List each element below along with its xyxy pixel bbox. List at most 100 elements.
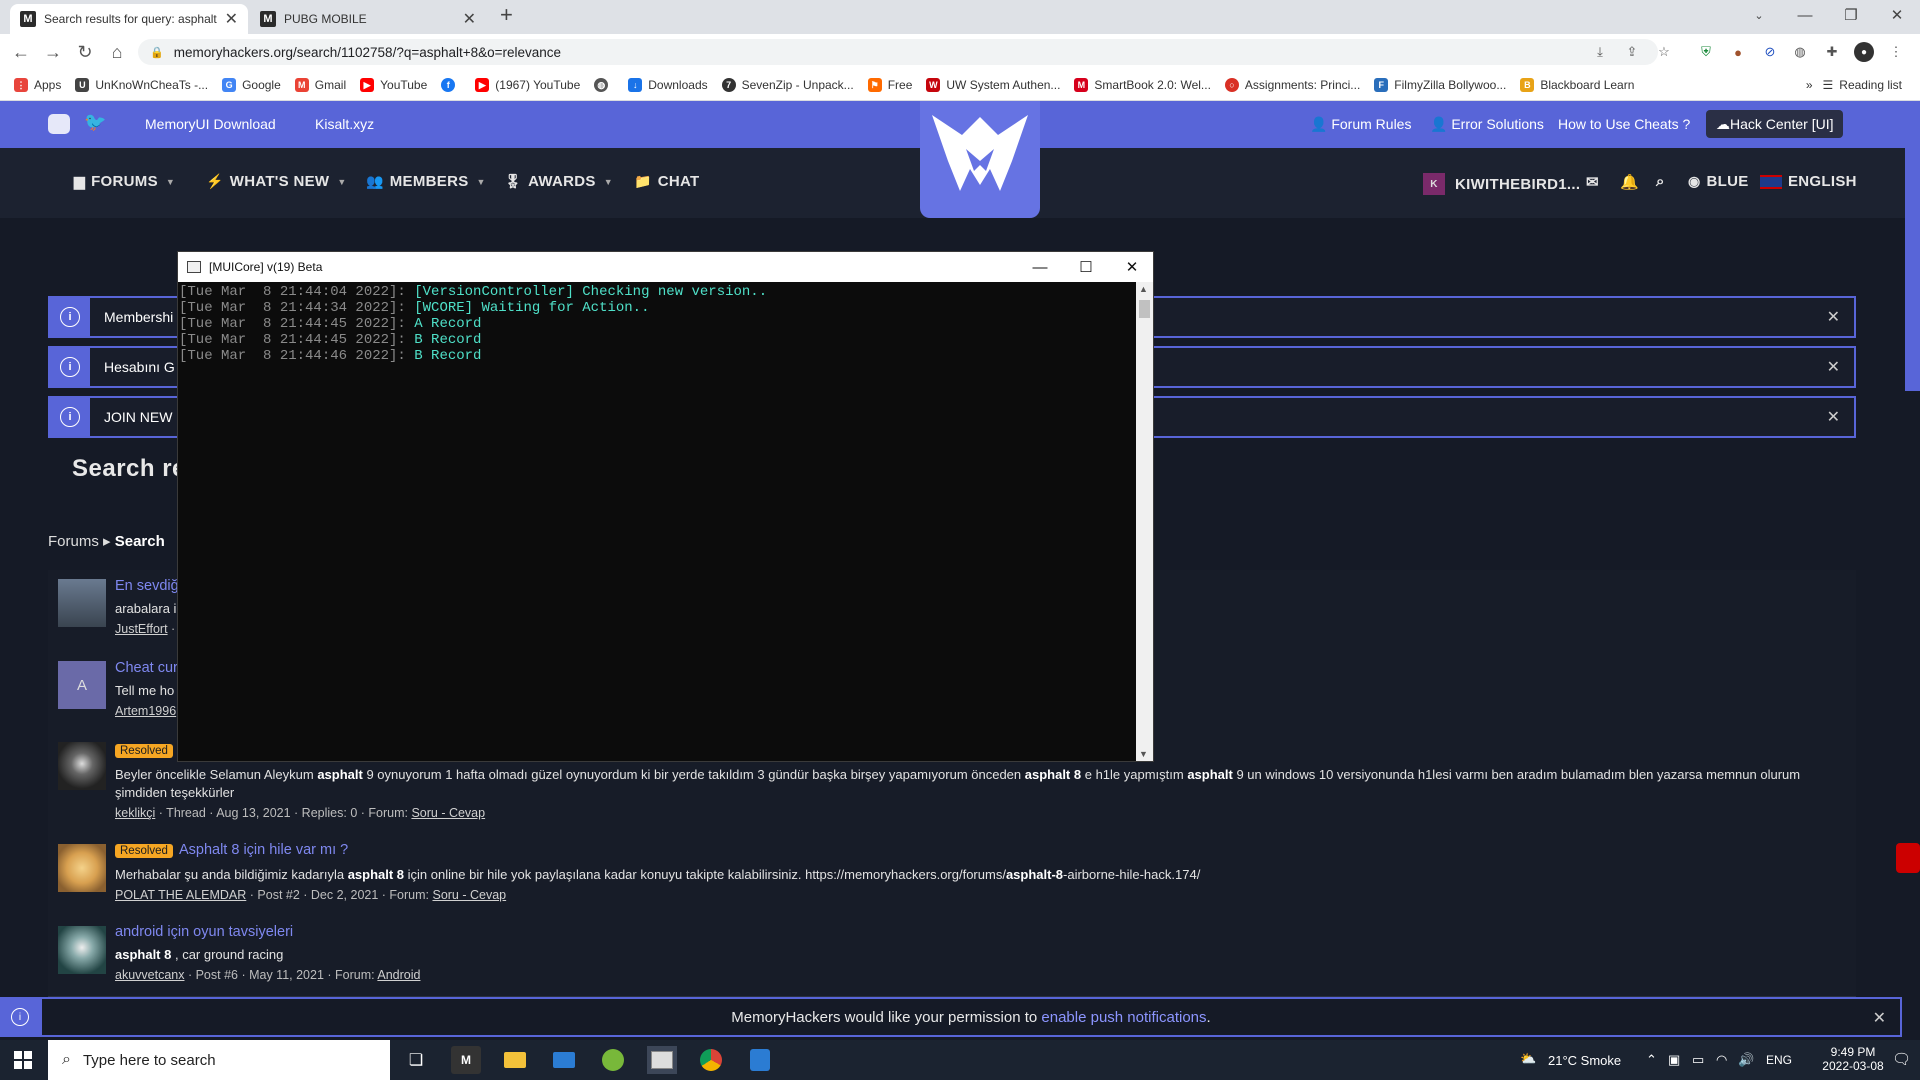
task-view-icon[interactable]: ❏ (401, 1046, 431, 1074)
scroll-up-icon[interactable]: ▲ (1139, 284, 1148, 294)
address-bar[interactable]: 🔒 memoryhackers.org/search/1102758/?q=as… (138, 39, 1658, 65)
twitter-icon[interactable]: 🐦 (84, 112, 106, 133)
weather-icon[interactable]: ⛅ (1520, 1051, 1536, 1067)
avatar[interactable] (58, 844, 106, 892)
side-widget-icon[interactable] (1896, 843, 1920, 873)
breadcrumb-forums[interactable]: Forums (48, 533, 99, 550)
console-taskbar-icon[interactable] (647, 1046, 677, 1074)
bookmark-blackboard[interactable]: B Blackboard Learn (1520, 78, 1634, 92)
result-author[interactable]: Artem1996 (115, 704, 176, 718)
breadcrumb-search[interactable]: Search (115, 533, 165, 550)
taskbar-search-input[interactable]: ⌕ Type here to search (48, 1040, 390, 1080)
scroll-down-icon[interactable]: ▼ (1139, 749, 1148, 759)
bookmark-filmyzilla[interactable]: F FilmyZilla Bollywoo... (1374, 78, 1506, 92)
close-tab-icon[interactable]: ✕ (463, 9, 476, 29)
globe-extension-icon[interactable]: ◍ (1790, 42, 1810, 62)
forum-rules-link[interactable]: 👤 Forum Rules (1310, 116, 1411, 133)
memoryui-download-link[interactable]: MemoryUI Download (145, 116, 276, 132)
new-tab-button[interactable]: + (500, 2, 513, 28)
reading-list-button[interactable]: ☰ Reading list (1823, 78, 1902, 92)
bookmark-uw[interactable]: W UW System Authen... (926, 78, 1060, 92)
battery-icon[interactable]: ▭ (1692, 1052, 1704, 1068)
bell-icon[interactable]: 🔔 (1620, 173, 1639, 191)
bookmark-apps[interactable]: ⋮ Apps (14, 78, 61, 92)
error-solutions-link[interactable]: 👤 Error Solutions (1430, 116, 1544, 133)
forward-arrow-icon[interactable]: → (42, 42, 64, 63)
discord-icon[interactable] (48, 114, 70, 134)
result-author[interactable]: JustEffort (115, 622, 168, 636)
avatar[interactable]: A (58, 661, 106, 709)
result-title[interactable]: En sevdiğ (115, 578, 179, 594)
tab-search-results[interactable]: M Search results for query: asphalt ✕ (10, 4, 248, 34)
hack-center-button[interactable]: ☁ Hack Center [UI] (1706, 110, 1844, 138)
result-author[interactable]: akuvvetcanx (115, 968, 184, 982)
cookie-extension-icon[interactable]: ● (1728, 42, 1748, 62)
nav-awards[interactable]: 🎖 AWARDS ▼ (504, 173, 613, 190)
enable-push-link[interactable]: enable push notifications (1041, 1009, 1206, 1026)
utorrent-icon[interactable] (598, 1046, 628, 1074)
tab-pubg-mobile[interactable]: M PUBG MOBILE ✕ (250, 4, 486, 34)
bookmark-sevenzip[interactable]: 7 SevenZip - Unpack... (721, 78, 854, 92)
user-menu[interactable]: K KIWITHEBIRD1... (1423, 173, 1580, 195)
bookmark-assignments[interactable]: ○ Assignments: Princi... (1224, 78, 1360, 92)
result-author[interactable]: POLAT THE ALEMDAR (115, 888, 246, 902)
bookmark-google[interactable]: G Google (222, 78, 281, 92)
notification-center-icon[interactable]: 🗨 (1892, 1050, 1911, 1068)
tray-app-icon[interactable]: ▣ (1668, 1052, 1680, 1068)
bookmark-facebook[interactable]: f (441, 78, 461, 92)
tab-search-chevron-icon[interactable]: ⌄ (1736, 0, 1782, 30)
result-title[interactable]: android için oyun tavsiyeleri (115, 924, 293, 940)
clock[interactable]: 9:49 PM 2022-03-08 (1820, 1045, 1886, 1073)
bookmark-youtube[interactable]: ▶ YouTube (360, 78, 427, 92)
more-bookmarks-button[interactable]: » (1806, 78, 1813, 92)
input-language[interactable]: ENG (1766, 1053, 1792, 1067)
close-icon[interactable]: ✕ (1827, 357, 1840, 377)
nav-chat[interactable]: 📁 CHAT (634, 173, 699, 190)
bookmark-free[interactable]: ⚑ Free (867, 78, 912, 92)
console-minimize-button[interactable]: — (1017, 252, 1063, 282)
avatar[interactable] (58, 579, 106, 627)
windows-start-icon[interactable] (8, 1046, 38, 1074)
restore-button[interactable]: ❐ (1828, 0, 1874, 30)
share-icon[interactable]: ⇪ (1622, 42, 1642, 62)
close-icon[interactable]: ✕ (1827, 407, 1840, 427)
style-chooser[interactable]: ◉ BLUE (1688, 173, 1749, 190)
console-close-button[interactable]: ✕ (1109, 252, 1155, 282)
bookmark-gmail[interactable]: M Gmail (294, 78, 346, 92)
bookmark-downloads[interactable]: ↓ Downloads (628, 78, 708, 92)
console-scrollbar[interactable]: ▲ ▼ (1136, 282, 1153, 761)
inbox-icon[interactable]: ✉ (1586, 173, 1599, 191)
result-author[interactable]: keklikçi (115, 806, 155, 820)
home-icon[interactable]: ⌂ (106, 42, 128, 63)
bookmark-globe[interactable]: ◍ (594, 78, 614, 92)
console-maximize-button[interactable]: ☐ (1063, 252, 1109, 282)
language-chooser[interactable]: ENGLISH (1760, 173, 1857, 190)
reload-icon[interactable]: ↻ (74, 42, 96, 63)
close-window-button[interactable]: ✕ (1874, 0, 1920, 30)
mail-icon[interactable] (549, 1046, 579, 1074)
chrome-icon[interactable] (696, 1046, 726, 1074)
block-extension-icon[interactable]: ⊘ (1760, 42, 1780, 62)
result-title[interactable]: Asphalt 8 için hile var mı ? (179, 842, 348, 858)
close-icon[interactable]: ✕ (1827, 307, 1840, 327)
memoryui-app-icon[interactable]: M (451, 1046, 481, 1074)
result-forum-link[interactable]: Soru - Cevap (411, 806, 485, 820)
scrollbar-thumb[interactable] (1905, 101, 1920, 391)
bookmark-star-icon[interactable]: ☆ (1654, 42, 1674, 62)
result-title[interactable]: Cheat cur (115, 660, 178, 676)
install-icon[interactable]: ⤓ (1590, 42, 1610, 62)
back-arrow-icon[interactable]: ← (10, 42, 32, 63)
tray-chevron-icon[interactable]: ⌃ (1646, 1052, 1657, 1068)
kisalt-link[interactable]: Kisalt.xyz (315, 116, 374, 132)
console-window[interactable]: [MUICore] v(19) Beta — ☐ ✕ [Tue Mar 8 21… (177, 251, 1154, 762)
defender-shield-icon[interactable] (745, 1046, 775, 1074)
how-to-use-cheats-link[interactable]: How to Use Cheats ? (1558, 116, 1690, 132)
file-explorer-icon[interactable] (500, 1046, 530, 1074)
console-title-bar[interactable]: [MUICore] v(19) Beta — ☐ ✕ (178, 252, 1153, 282)
minimize-button[interactable]: — (1782, 0, 1828, 30)
nav-members[interactable]: 👥 MEMBERS ▼ (366, 173, 486, 190)
scrollbar-thumb[interactable] (1139, 300, 1150, 318)
weather-text[interactable]: 21°C Smoke (1548, 1053, 1621, 1068)
bookmark-youtube-1967[interactable]: ▶ (1967) YouTube (475, 78, 580, 92)
bookmark-smartbook[interactable]: M SmartBook 2.0: Wel... (1074, 78, 1211, 92)
